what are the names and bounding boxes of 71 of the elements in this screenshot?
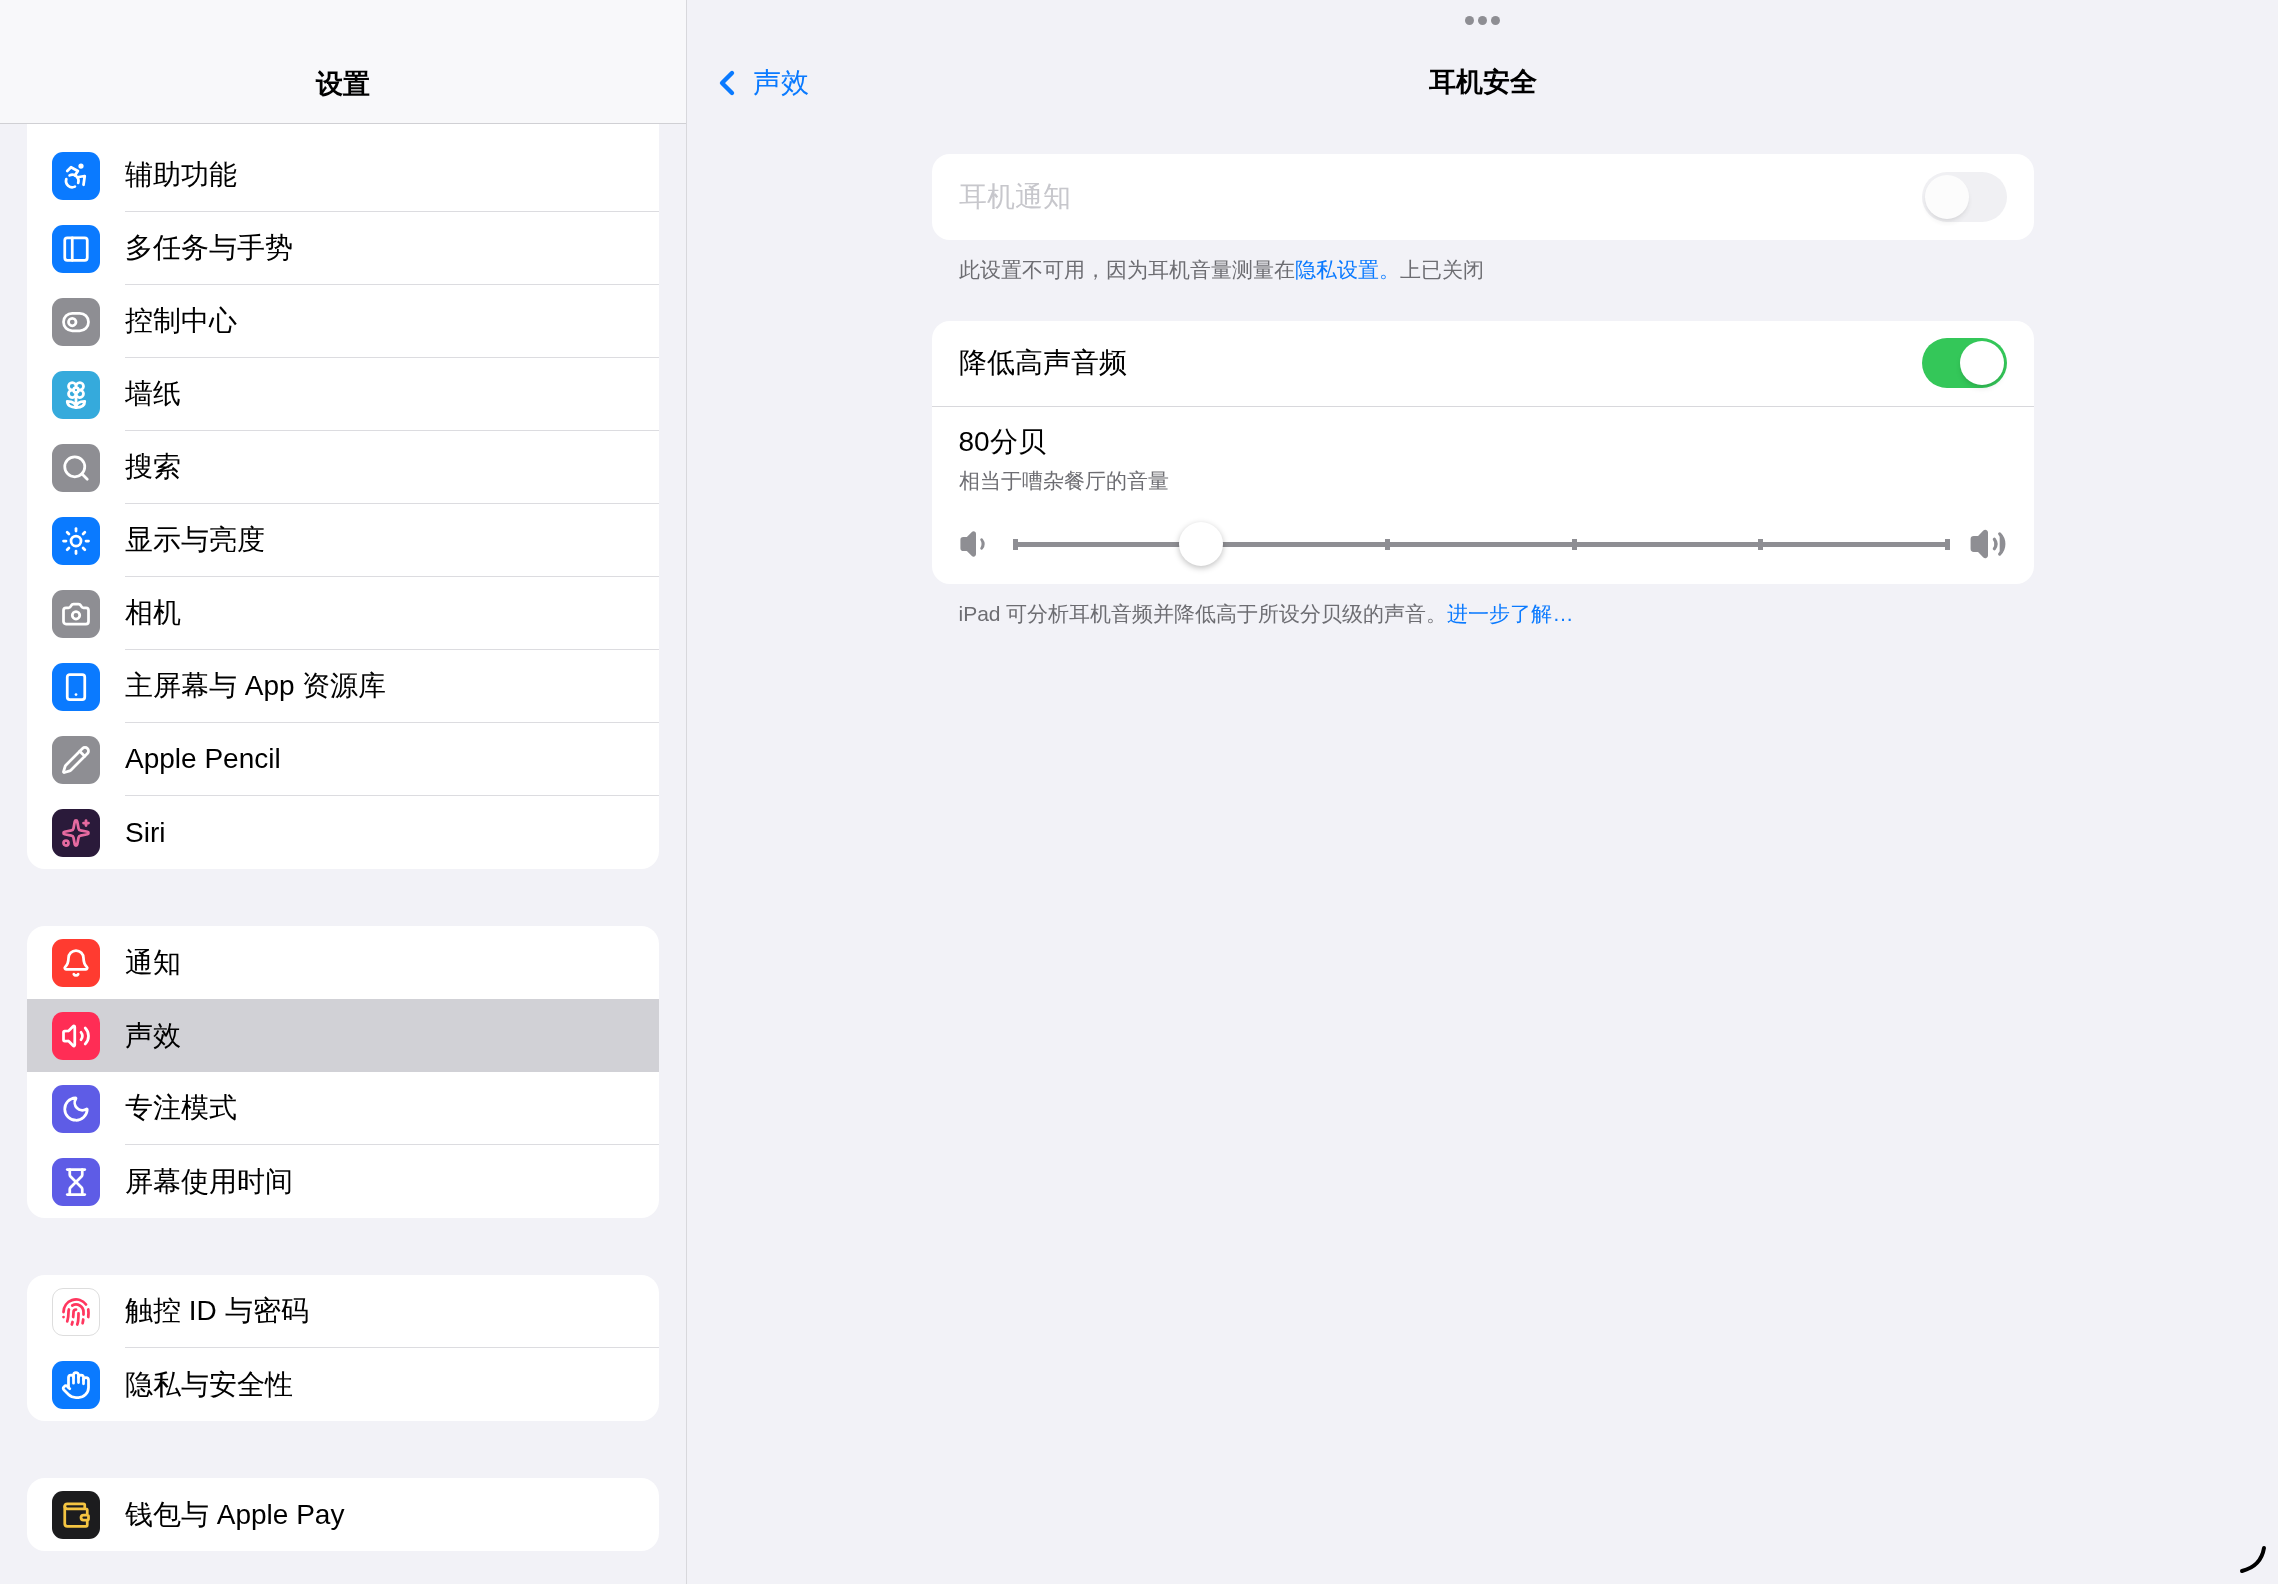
fingerprint-icon	[52, 1287, 100, 1336]
sidebar-title: 设置	[316, 68, 370, 101]
sidebar-item-label: Apple Pencil	[125, 742, 281, 776]
more-dots-icon[interactable]	[1465, 16, 1500, 25]
footnote-text: iPad 可分析耳机音频并降低高于所设分贝级的声音。进一步了解…	[957, 601, 1575, 627]
sidebar-item[interactable]: 相机	[27, 577, 659, 650]
multitask-icon	[52, 224, 100, 273]
slider-thumb[interactable]	[1178, 522, 1223, 566]
toggle-switch[interactable]	[1921, 338, 2007, 388]
sidebar-item-label: 相机	[125, 596, 181, 630]
back-button[interactable]: 声效	[707, 61, 809, 104]
speaker-icon	[52, 1011, 100, 1060]
sidebar-item[interactable]: 专注模式	[27, 1072, 659, 1145]
toggles-icon	[52, 297, 100, 346]
accessibility-icon	[52, 151, 100, 200]
hourglass-icon	[52, 1157, 100, 1206]
setting-label: 耳机通知	[958, 180, 1072, 214]
sidebar-item[interactable]: 墙纸	[27, 358, 659, 431]
tick-mark	[1385, 539, 1391, 550]
wallet-icon	[52, 1490, 100, 1539]
tick-mark	[1944, 539, 1950, 550]
sidebar-item-label: 控制中心	[125, 304, 237, 338]
slider-track[interactable]	[1014, 522, 1947, 566]
sidebar-item[interactable]: 搜索	[27, 431, 659, 504]
sidebar-item-label: Siri	[125, 815, 166, 850]
setting-label: 降低高声音频	[958, 346, 1128, 380]
tick-mark	[1012, 539, 1018, 550]
sidebar-item-label: 专注模式	[125, 1091, 237, 1125]
page-title: 耳机安全	[1428, 66, 1537, 100]
sidebar-item-label: 隐私与安全性	[125, 1367, 293, 1402]
sidebar-item[interactable]: 触控 ID 与密码	[27, 1275, 659, 1348]
sidebar-item-label: 钱包与 Apple Pay	[125, 1497, 345, 1532]
sidebar-item[interactable]: Apple Pencil	[27, 723, 659, 796]
sidebar-item-label: 墙纸	[125, 377, 181, 411]
decibel-value: 80分贝	[958, 424, 1047, 459]
sidebar-item[interactable]: 通知	[27, 926, 659, 999]
sidebar-item-label: 声效	[125, 1018, 181, 1053]
sidebar-item-label: 触控 ID 与密码	[125, 1294, 309, 1328]
sidebar-item[interactable]: Siri	[27, 796, 659, 869]
hand-icon	[52, 1360, 100, 1409]
sidebar-item-label: 主屏幕与 App 资源库	[125, 669, 387, 703]
sidebar-item[interactable]: 屏幕使用时间	[27, 1145, 659, 1218]
sidebar-item-label: 显示与亮度	[125, 523, 265, 557]
pencil-icon	[52, 735, 100, 784]
orb-icon	[52, 808, 100, 857]
sidebar-item-label: 通知	[125, 945, 181, 980]
moon-icon	[52, 1084, 100, 1133]
sun-icon	[52, 516, 100, 565]
flower-icon	[52, 370, 100, 419]
sidebar-item[interactable]: 控制中心	[27, 285, 659, 358]
sidebar-item-label: 多任务与手势	[125, 231, 293, 265]
learn-more-link[interactable]: 进一步了解…	[1447, 602, 1574, 625]
camera-icon	[52, 589, 100, 638]
sidebar-item[interactable]: 多任务与手势	[27, 212, 659, 285]
sidebar-item[interactable]: 辅助功能	[27, 139, 659, 212]
sidebar-item-label: 屏幕使用时间	[125, 1164, 293, 1199]
footnote-text: 此设置不可用，因为耳机音量测量在隐私设置。上已关闭	[957, 257, 1485, 283]
search-icon	[52, 443, 100, 492]
sidebar-item[interactable]: 钱包与 Apple Pay	[27, 1478, 659, 1551]
sidebar-item-label: 搜索	[125, 450, 181, 484]
tick-mark	[1571, 539, 1577, 550]
sidebar-item[interactable]: 隐私与安全性	[27, 1348, 659, 1421]
bell-icon	[52, 938, 100, 987]
sidebar-item[interactable]: 声效	[27, 999, 659, 1072]
tablet-grid-icon	[52, 662, 100, 711]
curve-icon	[2238, 1544, 2268, 1574]
tick-mark	[1758, 539, 1764, 550]
sidebar-item[interactable]: 显示与亮度	[27, 504, 659, 577]
sidebar-item-label: 辅助功能	[125, 158, 237, 192]
decibel-description: 相当于嘈杂餐厅的音量	[958, 467, 1170, 494]
sidebar-item[interactable]: 主屏幕与 App 资源库	[27, 650, 659, 723]
